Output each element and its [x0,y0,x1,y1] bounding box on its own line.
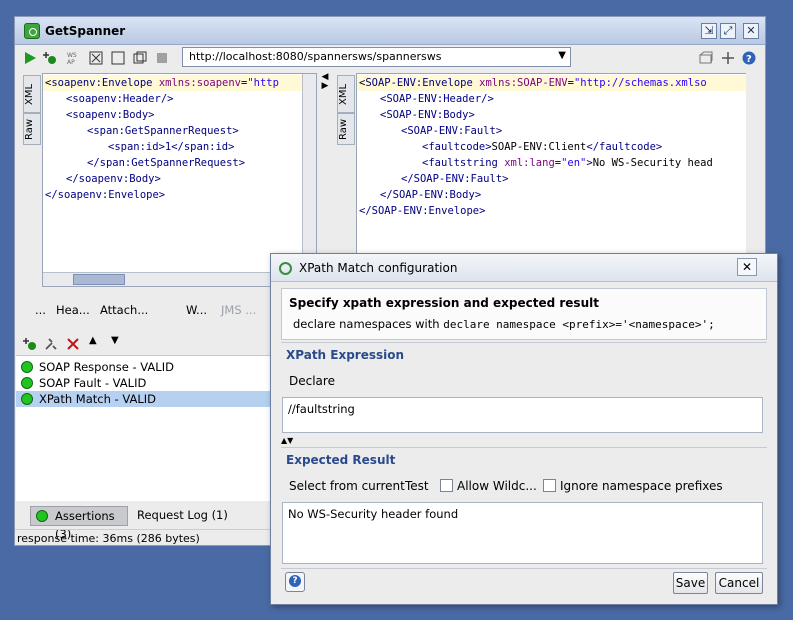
assertion-label: SOAP Fault - VALID [39,376,147,390]
window-title: GetSpanner [45,24,126,38]
close-icon[interactable]: ✕ [743,23,759,39]
response-xml-editor[interactable]: <SOAP-ENV:Envelope xmlns:SOAP-ENV="http:… [356,73,746,257]
app-icon [24,23,40,39]
tab-ws[interactable]: W... [186,303,207,317]
ignore-namespace-label: Ignore namespace prefixes [560,479,723,493]
fullscreen-icon[interactable] [89,51,103,65]
request-line-4: <span:GetSpannerRequest> [87,125,239,137]
subheading-text: declare namespaces with [293,317,440,331]
request-line-5: <span:id>1</span:id> [108,141,235,153]
close-icon[interactable]: ✕ [737,258,757,276]
add-icon[interactable] [721,51,735,65]
title-bar: GetSpanner ⇲ ⤢ ✕ [15,17,765,45]
request-line-2: <soapenv:Header/> [66,93,174,105]
response-line-5: <faultcode>SOAP-ENV:Client</faultcode> [422,141,663,153]
expected-section-title: Expected Result [286,453,396,467]
divider [281,447,767,448]
help-icon[interactable]: ? [742,51,756,65]
delete-icon[interactable] [67,338,79,350]
tab-headers[interactable]: Hea... [56,303,90,317]
run-icon[interactable] [23,51,37,65]
response-raw-tab[interactable]: Raw [337,113,355,145]
add-assertion-icon[interactable] [23,337,37,351]
endpoint-url-select[interactable]: http://localhost:8080/spannersws/spanner… [182,47,571,67]
request-xml-tab[interactable]: XML [23,75,41,113]
scroll-thumb[interactable] [73,274,125,285]
resize-arrows-icon[interactable]: ▲▼ [281,436,293,445]
create-mock-icon[interactable]: WSAP [67,51,81,65]
subheading-code: declare namespace <prefix>='<namespace>'… [443,318,715,331]
dialog-description: Specify xpath expression and expected re… [281,288,767,340]
ignore-namespace-checkbox[interactable] [543,479,556,492]
response-line-6: <faultstring xml:lang="en">No WS-Securit… [422,157,713,169]
response-line-1: <SOAP-ENV:Envelope xmlns:SOAP-ENV="http:… [359,77,707,89]
help-icon[interactable] [285,572,305,592]
stop-icon[interactable] [155,51,169,65]
endpoint-url-value: http://localhost:8080/spannersws/spanner… [189,50,442,63]
response-xml-tab[interactable]: XML [337,75,355,113]
expected-result-field[interactable]: No WS-Security header found [282,502,763,564]
declare-button[interactable]: Declare [289,374,335,388]
divider [281,568,767,569]
configure-assertion-icon[interactable] [44,337,58,351]
select-from-current-button[interactable]: Select from current [289,479,405,493]
toggle-panel-icon[interactable] [699,51,713,65]
tab-more[interactable]: ... [35,303,46,317]
request-editor-tabs: ... Hea... Attach... W... JMS ... [15,299,307,321]
test-button[interactable]: Test [405,479,429,493]
tab-attachments[interactable]: Attach... [100,303,148,317]
request-line-6: </span:GetSpannerRequest> [87,157,246,169]
xpath-section-title: XPath Expression [286,348,405,362]
maximize-icon[interactable]: ⤢ [720,23,736,39]
valid-status-icon [36,510,48,522]
chevron-down-icon: ▼ [558,50,566,61]
assertion-label: XPath Match - VALID [39,392,156,406]
request-line-1: <soapenv:Envelope xmlns:soapenv="http [45,77,279,89]
valid-status-icon [21,361,33,373]
split-horizontal-icon[interactable] [111,51,125,65]
save-button[interactable]: Save [673,572,708,594]
valid-status-icon [21,393,33,405]
valid-status-icon [21,377,33,389]
xpath-match-dialog: XPath Match configuration ✕ Specify xpat… [270,253,778,605]
dialog-subheading: declare namespaces with declare namespac… [293,317,715,331]
detach-icon[interactable]: ⇲ [701,23,717,39]
request-line-7: </soapenv:Body> [66,173,161,185]
divider [281,342,767,343]
tab-request-log-label: Request Log (1) [137,508,228,522]
move-up-icon[interactable]: ▲ [89,335,97,346]
allow-wildcards-label: Allow Wildc... [457,479,537,493]
response-line-3: <SOAP-ENV:Body> [380,109,475,121]
move-down-icon[interactable]: ▼ [111,335,119,346]
soapui-icon [279,262,292,275]
request-toolbar: WS AP http://localhost:8080/spannersws/sp… [15,45,765,71]
response-line-9: </SOAP-ENV:Envelope> [359,205,486,217]
response-line-7: </SOAP-ENV:Fault> [401,173,509,185]
svg-text:WS: WS [67,52,77,59]
tabs-icon[interactable] [133,51,147,65]
xpath-expression-field[interactable]: //faultstring [282,397,763,433]
assertions-toolbar: ▲ ▼ [15,333,307,355]
cancel-button[interactable]: Cancel [715,572,763,594]
svg-text:AP: AP [67,59,75,65]
response-line-8: </SOAP-ENV:Body> [380,189,482,201]
tab-request-log[interactable]: Request Log (1) [113,506,228,526]
dialog-title: XPath Match configuration [299,261,458,275]
dialog-title-bar: XPath Match configuration ✕ [271,254,777,282]
allow-wildcards-checkbox[interactable] [440,479,453,492]
tab-jms[interactable]: JMS ... [221,303,256,317]
dialog-heading: Specify xpath expression and expected re… [289,296,599,310]
assertion-label: SOAP Response - VALID [39,360,174,374]
request-raw-tab[interactable]: Raw [23,113,41,145]
request-line-3: <soapenv:Body> [66,109,155,121]
request-line-8: </soapenv:Envelope> [45,189,166,201]
response-line-4: <SOAP-ENV:Fault> [401,125,503,137]
request-vertical-scrollbar[interactable] [302,74,316,272]
add-to-testcase-icon[interactable] [43,51,57,65]
response-line-2: <SOAP-ENV:Header/> [380,93,494,105]
svg-text:?: ? [746,54,752,65]
